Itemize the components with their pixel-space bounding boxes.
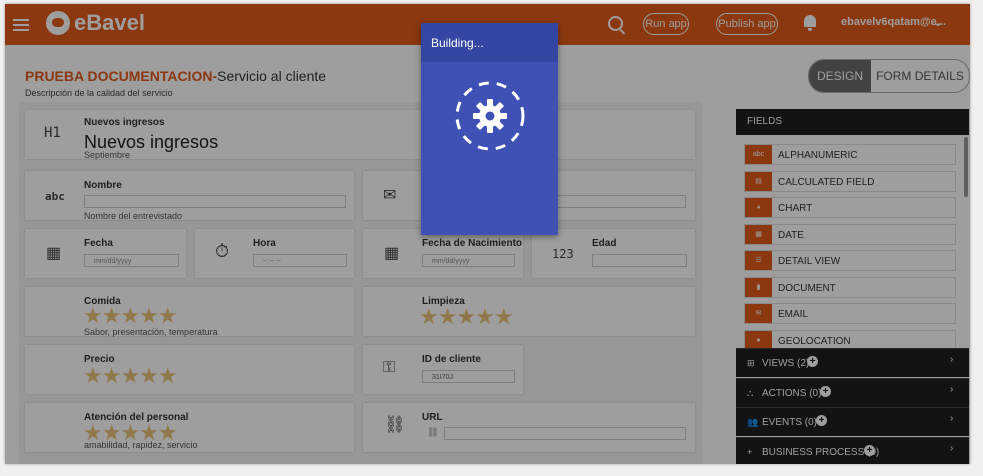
loading-spinner-gear-icon: [455, 81, 525, 151]
building-dialog: Building...: [421, 23, 558, 235]
dialog-title: Building...: [421, 23, 558, 62]
app-window: eBavel Run app Publish app ebavelv6qatam…: [5, 4, 970, 464]
